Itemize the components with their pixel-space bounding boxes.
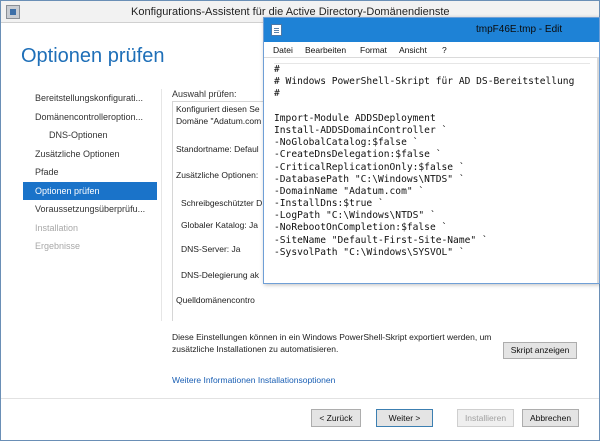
cancel-button[interactable]: Abbrechen	[522, 409, 579, 427]
next-button[interactable]: Weiter >	[376, 409, 433, 427]
script-line: -DatabasePath "C:\Windows\NTDS" `	[274, 173, 465, 185]
menu-file[interactable]: Datei	[273, 45, 293, 55]
review-line: Domäne "Adatum.com	[176, 116, 262, 126]
review-label: Auswahl prüfen:	[172, 89, 237, 99]
review-line: Globaler Katalog: Ja	[181, 220, 259, 230]
nav-divider	[161, 89, 162, 321]
nav-item[interactable]: Domänencontrolleroption...	[23, 108, 157, 127]
script-line: -CreateDnsDelegation:$false `	[274, 149, 442, 161]
nav-item[interactable]: Bereitstellungskonfigurati...	[23, 89, 157, 108]
menu-edit[interactable]: Bearbeiten	[305, 45, 346, 55]
nav-item: Installation	[35, 222, 79, 233]
menu-help[interactable]: ?	[442, 45, 447, 55]
more-info-link[interactable]: Weitere Informationen Installationsoptio…	[172, 375, 335, 385]
nav-item[interactable]: Optionen prüfen	[23, 181, 157, 200]
notepad-text-area[interactable]: # # Windows PowerShell-Skript für AD DS-B…	[274, 63, 590, 281]
review-line: Standortname: Defaul	[176, 144, 259, 154]
show-script-button[interactable]: Skript anzeigen	[503, 342, 577, 359]
notepad-scroll-edge	[597, 58, 599, 283]
export-info-text: Diese Einstellungen können in ein Window…	[172, 332, 492, 354]
review-line: DNS-Delegierung ak	[181, 270, 259, 280]
script-line: -LogPath "C:\Windows\NTDS" `	[274, 210, 436, 222]
notepad-icon	[271, 24, 282, 36]
script-line: -NoRebootOnCompletion:$false `	[274, 222, 448, 234]
review-line: Konfiguriert diesen Se	[176, 104, 260, 114]
notepad-titlebar[interactable]: tmpF46E.tmp - Edit	[264, 18, 599, 42]
review-line: Zusätzliche Optionen:	[176, 170, 259, 180]
nav-item[interactable]: DNS-Optionen	[23, 126, 157, 145]
button-bar: < Zurück Weiter > Installieren Abbrechen	[1, 398, 599, 440]
script-line: -NoGlobalCatalog:$false `	[274, 137, 419, 149]
menu-format[interactable]: Format	[360, 45, 387, 55]
script-line: #	[274, 64, 280, 75]
review-line: DNS-Server: Ja	[181, 244, 241, 254]
script-line: -DomainName "Adatum.com" `	[274, 185, 425, 197]
notepad-title: tmpF46E.tmp - Edit	[476, 24, 563, 35]
server-manager-icon	[6, 5, 20, 19]
menu-view[interactable]: Ansicht	[399, 45, 427, 55]
script-line: Import-Module ADDSDeployment	[274, 112, 436, 124]
nav-item: Ergebnisse	[35, 241, 81, 251]
notepad-menubar: Datei Bearbeiten Format Ansicht ?	[264, 42, 599, 58]
script-line: -SysvolPath "C:\Windows\SYSVOL" `	[274, 246, 465, 258]
script-line: -SiteName "Default-First-Site-Name" `	[274, 234, 488, 246]
review-line: Schreibgeschützter D	[181, 198, 263, 208]
install-button[interactable]: Installieren	[457, 409, 514, 427]
script-line: -CriticalReplicationOnly:$false `	[274, 161, 465, 173]
back-button[interactable]: < Zurück	[311, 409, 361, 427]
review-text-box[interactable]: Konfiguriert diesen Se Domäne "Adatum.com…	[172, 101, 272, 321]
script-line: #	[274, 88, 280, 100]
page-title: Optionen prüfen	[21, 45, 165, 67]
notepad-window: tmpF46E.tmp - Edit Datei Bearbeiten Form…	[263, 17, 600, 284]
script-line	[274, 101, 590, 113]
nav-item[interactable]: Voraussetzungsüberprüfu...	[23, 200, 157, 219]
nav-item[interactable]: Zusätzliche Optionen	[23, 145, 157, 164]
nav-item[interactable]: Pfade	[23, 163, 157, 182]
review-line: Quelldomänencontro	[176, 295, 255, 305]
script-line: # Windows PowerShell-Skript für AD DS-Be…	[274, 76, 575, 88]
review-panel: Auswahl prüfen: Konfiguriert diesen Se Do…	[172, 89, 272, 321]
script-line: -InstallDns:$true `	[274, 198, 384, 210]
script-line: Install-ADDSDomainController `	[274, 124, 448, 136]
wizard-nav: Bereitstellungskonfigurati... Domänencont…	[23, 89, 157, 256]
